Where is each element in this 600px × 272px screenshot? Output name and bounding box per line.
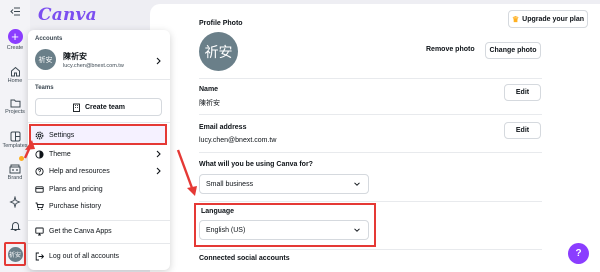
teams-heading: Teams — [35, 85, 54, 91]
menu-item-help[interactable]: Help and resources — [28, 163, 170, 179]
menu-item-get-apps[interactable]: Get the Canva Apps — [28, 223, 170, 239]
chevron-right-icon — [156, 167, 161, 175]
menu-item-label: Log out of all accounts — [49, 252, 120, 260]
logout-icon — [35, 252, 44, 260]
theme-icon — [35, 149, 44, 159]
rail-notifications[interactable] — [0, 220, 30, 232]
brand-new-dot — [19, 156, 24, 161]
divider — [199, 114, 542, 115]
menu-divider — [28, 220, 170, 221]
divider — [199, 201, 542, 202]
chevron-down-icon — [354, 182, 360, 186]
rail-create-label: Create — [6, 45, 24, 51]
menu-avatar: 祈安 — [35, 49, 56, 70]
chevron-right-icon[interactable] — [155, 57, 162, 65]
crown-icon: ♛ — [511, 14, 520, 24]
collapse-sidebar-icon — [9, 7, 20, 16]
menu-user-email: lucy.chen@bnext.com.tw — [63, 63, 124, 69]
rail-projects-label: Projects — [5, 109, 25, 115]
chevron-down-icon — [354, 228, 360, 232]
accounts-heading: Accounts — [35, 36, 63, 42]
plus-icon: + — [7, 29, 23, 44]
rail-home[interactable]: Home — [0, 66, 30, 84]
rail-templates-label: Templates — [2, 143, 28, 149]
rail-projects[interactable]: Projects — [0, 98, 30, 115]
divider — [199, 249, 542, 250]
brand-icon — [9, 164, 21, 174]
collapse-sidebar-button[interactable] — [0, 7, 30, 16]
menu-divider — [28, 243, 170, 244]
menu-item-settings[interactable]: Settings — [28, 127, 170, 143]
rail-account-button[interactable]: 祈安 — [4, 242, 26, 266]
language-label: Language — [201, 208, 235, 215]
email-label: Email address — [199, 124, 247, 131]
remove-photo-button[interactable]: Remove photo — [426, 46, 475, 53]
menu-item-plans[interactable]: Plans and pricing — [28, 181, 170, 197]
rail-templates[interactable]: Templates — [0, 131, 30, 149]
email-value: lucy.chen@bnext.com.tw — [199, 137, 277, 144]
change-photo-button[interactable]: Change photo — [485, 42, 541, 59]
rail-home-label: Home — [7, 78, 23, 84]
bell-icon — [9, 222, 21, 231]
rail-create[interactable]: + Create — [0, 29, 30, 51]
divider — [199, 78, 542, 79]
profile-photo-label: Profile Photo — [199, 20, 243, 27]
menu-item-theme[interactable]: Theme — [28, 146, 170, 162]
menu-item-label: Help and resources — [49, 167, 110, 175]
upgrade-label: Upgrade your plan — [522, 15, 584, 23]
create-team-label: Create team — [84, 103, 126, 111]
rail-magic[interactable] — [0, 196, 30, 208]
gear-icon — [35, 131, 44, 139]
upgrade-button[interactable]: ♛ Upgrade your plan — [508, 10, 588, 28]
menu-user-name: 陳祈安 — [63, 52, 87, 61]
folder-icon — [10, 99, 20, 108]
create-team-button[interactable]: Create team — [35, 98, 162, 116]
menu-divider — [28, 122, 170, 123]
menu-item-label: Get the Canva Apps — [49, 227, 112, 235]
sparkle-icon — [9, 196, 21, 208]
menu-item-label: Purchase history — [49, 202, 102, 210]
menu-item-label: Plans and pricing — [49, 185, 103, 193]
menu-item-purchase-history[interactable]: Purchase history — [28, 198, 170, 214]
rail-avatar: 祈安 — [7, 246, 23, 262]
rail-brand[interactable]: Brand — [0, 163, 30, 181]
divider — [199, 152, 542, 153]
profile-avatar: 祈安 — [199, 32, 238, 71]
social-accounts-label: Connected social accounts — [199, 255, 290, 262]
building-icon — [73, 103, 80, 112]
templates-icon — [10, 131, 20, 142]
help-button[interactable]: ? — [568, 243, 589, 264]
chevron-right-icon — [156, 150, 161, 158]
menu-item-label: Theme — [49, 150, 71, 158]
name-value: 陳祈安 — [199, 100, 220, 107]
cart-icon — [35, 202, 44, 210]
usage-label: What will you be using Canva for? — [199, 161, 313, 168]
menu-item-logout[interactable]: Log out of all accounts — [28, 248, 170, 264]
apps-icon — [35, 227, 44, 235]
menu-item-label: Settings — [49, 131, 75, 139]
menu-divider — [28, 79, 170, 80]
left-rail: + Create Home Projects Templates Brand — [0, 0, 30, 272]
language-select[interactable]: English (US) — [199, 220, 369, 240]
edit-name-button[interactable]: Edit — [504, 84, 541, 101]
usage-select[interactable]: Small business — [199, 174, 369, 194]
canva-logo[interactable]: Canva — [38, 5, 97, 25]
name-label: Name — [199, 86, 219, 93]
language-select-value: English (US) — [206, 226, 246, 234]
usage-select-value: Small business — [206, 180, 254, 188]
help-icon — [35, 166, 44, 176]
account-menu: Accounts 祈安 陳祈安 lucy.chen@bnext.com.tw T… — [28, 30, 170, 270]
edit-email-button[interactable]: Edit — [504, 122, 541, 139]
card-icon — [35, 185, 44, 193]
rail-brand-label: Brand — [7, 175, 23, 181]
home-icon — [10, 66, 20, 77]
